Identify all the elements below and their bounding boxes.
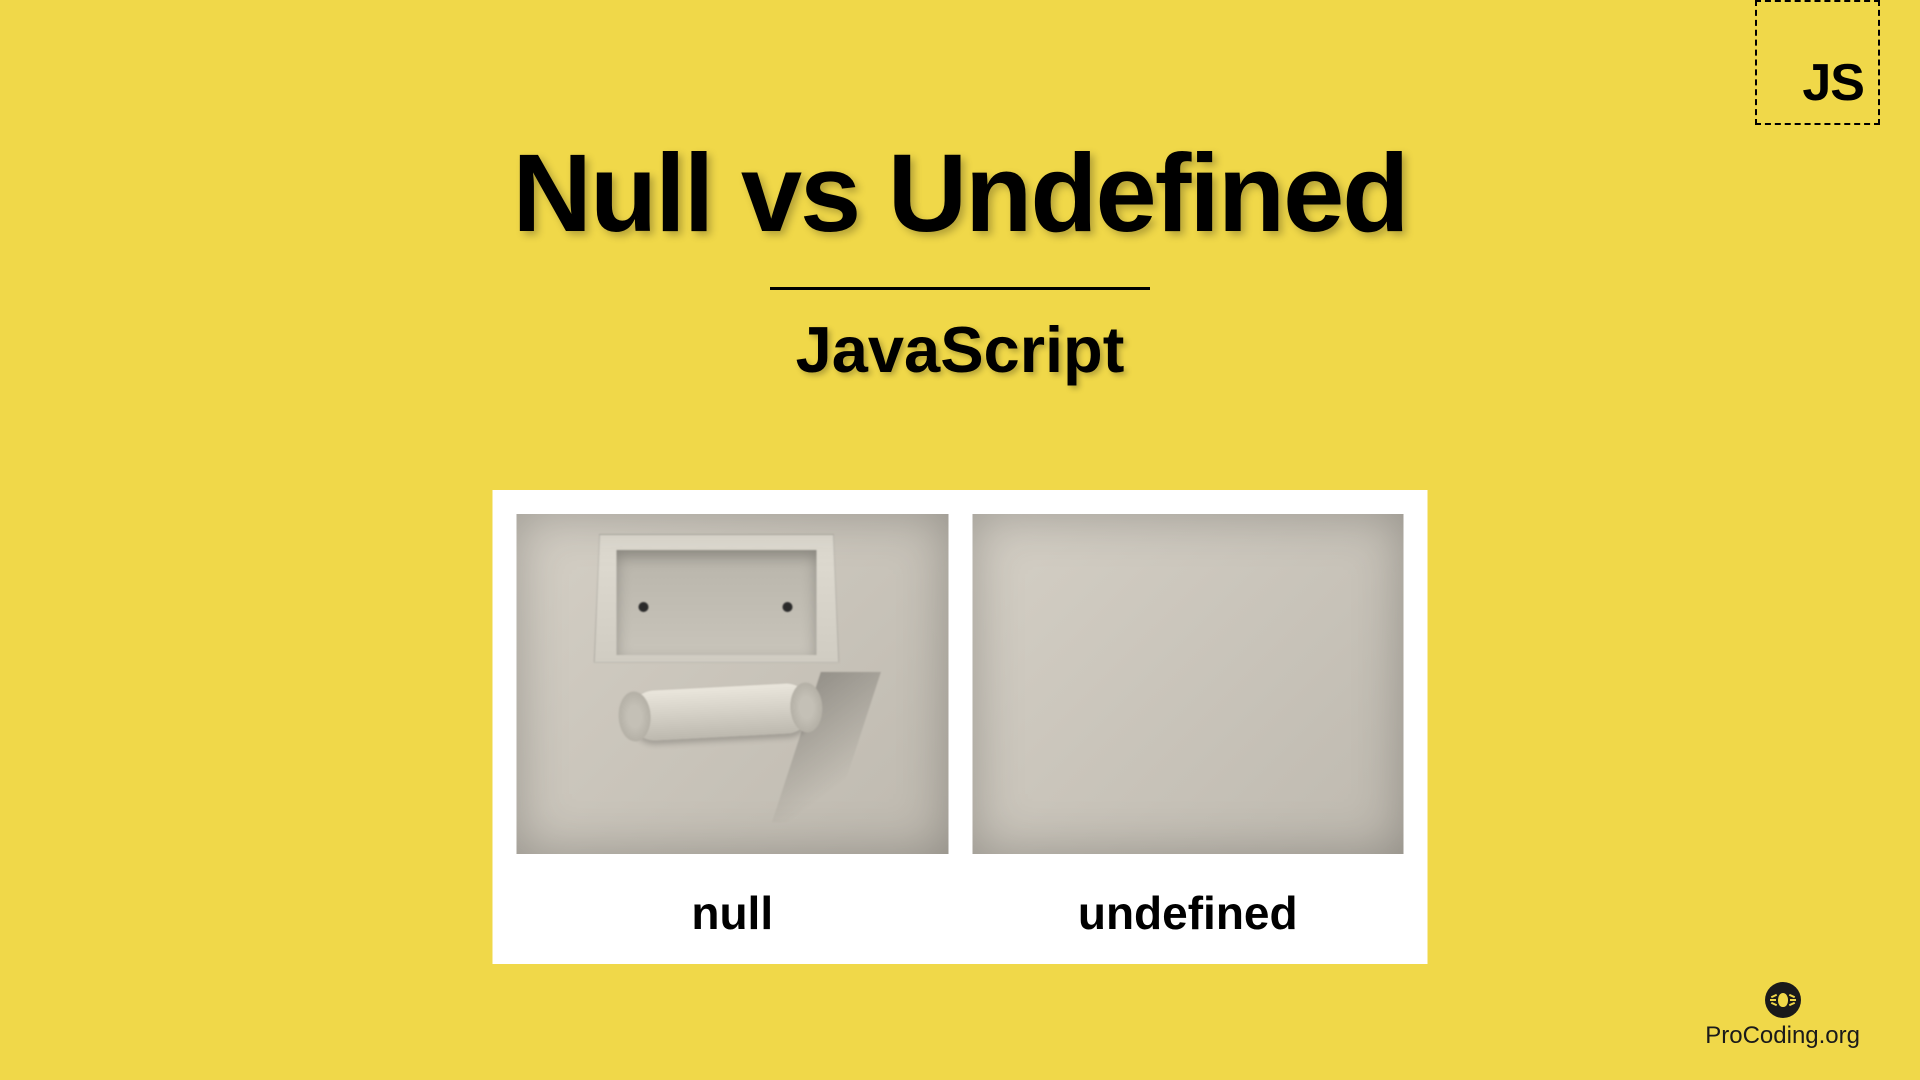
undefined-image [972, 514, 1404, 854]
panel-null: null [517, 514, 949, 940]
title-block: Null vs Undefined JavaScript [0, 130, 1920, 387]
null-image [517, 514, 949, 854]
main-title: Null vs Undefined [0, 130, 1920, 257]
title-divider [770, 287, 1150, 290]
watermark: ProCoding.org [1705, 982, 1860, 1050]
panel-undefined: undefined [972, 514, 1404, 940]
subtitle: JavaScript [0, 312, 1920, 387]
meme-card: null undefined [493, 490, 1428, 964]
null-label: null [691, 886, 773, 940]
watermark-text: ProCoding.org [1705, 1022, 1860, 1050]
js-badge: JS [1755, 0, 1880, 125]
js-badge-label: JS [1802, 53, 1864, 113]
undefined-label: undefined [1078, 886, 1298, 940]
bug-icon [1765, 982, 1801, 1018]
